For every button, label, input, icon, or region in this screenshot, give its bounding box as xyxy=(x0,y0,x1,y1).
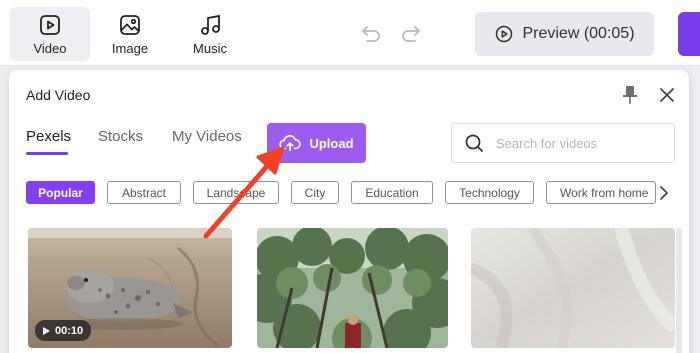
cloud-upload-icon xyxy=(279,135,302,152)
duration-text: 00:10 xyxy=(55,324,84,337)
pin-icon[interactable] xyxy=(620,84,640,106)
panel-title: Add Video xyxy=(26,87,91,103)
tool-video[interactable]: Video xyxy=(10,7,90,61)
video-icon xyxy=(40,14,60,35)
category-chips: Popular Abstract Landscape City Educatio… xyxy=(26,181,656,205)
chip-technology[interactable]: Technology xyxy=(445,181,534,204)
active-tab-indicator xyxy=(26,152,68,155)
search-box xyxy=(451,123,675,163)
duration-badge: 00:10 xyxy=(35,320,92,341)
scrollbar[interactable] xyxy=(676,228,682,353)
chip-education[interactable]: Education xyxy=(351,181,433,204)
chip-abstract[interactable]: Abstract xyxy=(107,181,181,204)
trees-image xyxy=(257,228,448,348)
chevron-right-icon[interactable] xyxy=(655,184,673,202)
redo-icon[interactable] xyxy=(399,22,423,46)
video-thumbnail[interactable] xyxy=(471,228,675,348)
upload-label: Upload xyxy=(309,135,354,151)
play-icon xyxy=(43,326,50,335)
preview-label: Preview (00:05) xyxy=(522,25,635,42)
video-thumbnail[interactable]: 00:10 xyxy=(28,228,232,348)
search-input[interactable] xyxy=(496,135,656,151)
tool-image-label: Image xyxy=(111,40,149,56)
close-icon[interactable] xyxy=(658,86,676,104)
add-video-panel: Add Video Pexels Stocks My Videos Upload… xyxy=(9,70,689,353)
top-toolbar: Video Image Music Preview (00:05) xyxy=(0,0,700,66)
chip-city[interactable]: City xyxy=(291,181,339,204)
tab-stocks[interactable]: Stocks xyxy=(98,128,143,145)
export-button[interactable] xyxy=(678,12,700,56)
tab-my-videos[interactable]: My Videos xyxy=(172,128,242,145)
image-icon xyxy=(120,14,140,35)
tool-music[interactable]: Music xyxy=(170,7,250,61)
chip-landscape[interactable]: Landscape xyxy=(193,181,279,204)
tool-video-label: Video xyxy=(33,40,67,56)
video-thumbnail[interactable] xyxy=(257,228,448,348)
preview-button[interactable]: Preview (00:05) xyxy=(475,12,654,56)
music-icon xyxy=(201,14,220,35)
search-icon xyxy=(465,134,483,152)
play-circle-icon xyxy=(496,25,513,43)
tab-pexels[interactable]: Pexels xyxy=(26,128,71,145)
tool-image[interactable]: Image xyxy=(90,7,170,61)
upload-button[interactable]: Upload xyxy=(267,123,366,163)
chip-work-from-home[interactable]: Work from home xyxy=(546,181,656,204)
undo-icon[interactable] xyxy=(359,22,383,46)
tool-music-label: Music xyxy=(193,40,227,56)
white-fabric-image xyxy=(471,228,675,348)
chip-popular[interactable]: Popular xyxy=(26,181,95,204)
